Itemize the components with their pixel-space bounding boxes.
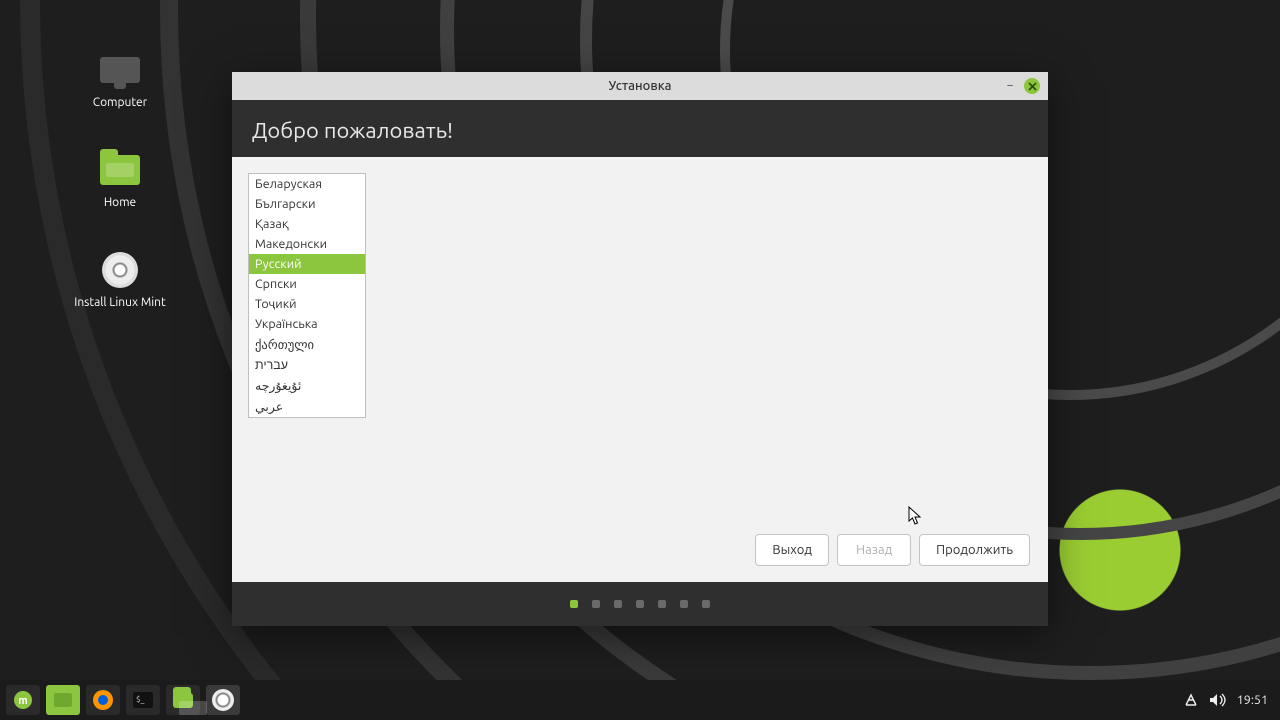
- step-dot: [658, 600, 666, 608]
- start-menu-button[interactable]: m: [6, 685, 40, 715]
- step-dot: [702, 600, 710, 608]
- svg-text:m: m: [18, 695, 27, 707]
- step-dot: [592, 600, 600, 608]
- firefox-icon: [92, 689, 114, 711]
- taskbar-files[interactable]: [166, 685, 200, 715]
- step-dot: [614, 600, 622, 608]
- taskbar-show-desktop[interactable]: [46, 685, 80, 715]
- disc-icon: [212, 689, 234, 711]
- installer-content: БеларускаяБългарскиҚазақМакедонскиРусски…: [232, 157, 1048, 582]
- desktop-icon: [54, 693, 72, 707]
- mint-logo-icon: m: [13, 690, 33, 710]
- taskbar-installer-running[interactable]: [206, 685, 240, 715]
- network-icon[interactable]: [1183, 692, 1199, 708]
- close-icon: [1028, 82, 1037, 91]
- language-list[interactable]: БеларускаяБългарскиҚазақМакедонскиРусски…: [248, 173, 366, 418]
- desktop-icon-home[interactable]: Home: [60, 150, 180, 209]
- desktop-icon-computer[interactable]: Computer: [60, 50, 180, 109]
- step-dot: [570, 600, 578, 608]
- taskbar-clock[interactable]: 19:51: [1237, 693, 1268, 707]
- step-indicator: [232, 582, 1048, 626]
- desktop-icon-label: Install Linux Mint: [60, 296, 180, 309]
- installer-window: Установка – Добро пожаловать! Беларуская…: [232, 72, 1048, 626]
- language-option[interactable]: עברית: [249, 355, 365, 375]
- step-dot: [680, 600, 688, 608]
- welcome-heading: Добро пожаловать!: [232, 100, 1048, 157]
- window-titlebar[interactable]: Установка –: [232, 72, 1048, 100]
- language-option[interactable]: Қазақ: [249, 214, 365, 234]
- volume-icon[interactable]: [1209, 693, 1227, 707]
- desktop-icon-label: Home: [60, 196, 180, 209]
- language-option[interactable]: عربي: [249, 396, 365, 417]
- language-option[interactable]: Српски: [249, 274, 365, 294]
- taskbar-firefox[interactable]: [86, 685, 120, 715]
- language-option[interactable]: Български: [249, 194, 365, 214]
- language-option[interactable]: ئۇيغۇرچە: [249, 375, 365, 396]
- desktop-icon-label: Computer: [60, 96, 180, 109]
- computer-icon: [100, 57, 140, 83]
- quit-button[interactable]: Выход: [755, 534, 829, 566]
- disc-icon: [102, 252, 138, 288]
- desktop-icon-install[interactable]: Install Linux Mint: [60, 250, 180, 309]
- language-option[interactable]: Українська: [249, 314, 365, 334]
- language-option[interactable]: Русский: [249, 254, 365, 274]
- language-option[interactable]: ქართული: [249, 334, 365, 355]
- terminal-icon: $_: [133, 692, 153, 708]
- folder-icon: [173, 693, 193, 708]
- back-button: Назад: [837, 534, 911, 566]
- language-option[interactable]: Беларуская: [249, 174, 365, 194]
- folder-icon: [100, 155, 140, 185]
- continue-button[interactable]: Продолжить: [919, 534, 1030, 566]
- window-close-button[interactable]: [1024, 78, 1040, 94]
- taskbar: m $_ 19:51: [0, 680, 1280, 720]
- window-title: Установка: [608, 79, 671, 93]
- language-option[interactable]: Македонски: [249, 234, 365, 254]
- svg-text:$_: $_: [136, 695, 145, 704]
- step-dot: [636, 600, 644, 608]
- window-minimize-button[interactable]: –: [1002, 78, 1018, 94]
- language-option[interactable]: Тоҷикӣ: [249, 294, 365, 314]
- taskbar-terminal[interactable]: $_: [126, 685, 160, 715]
